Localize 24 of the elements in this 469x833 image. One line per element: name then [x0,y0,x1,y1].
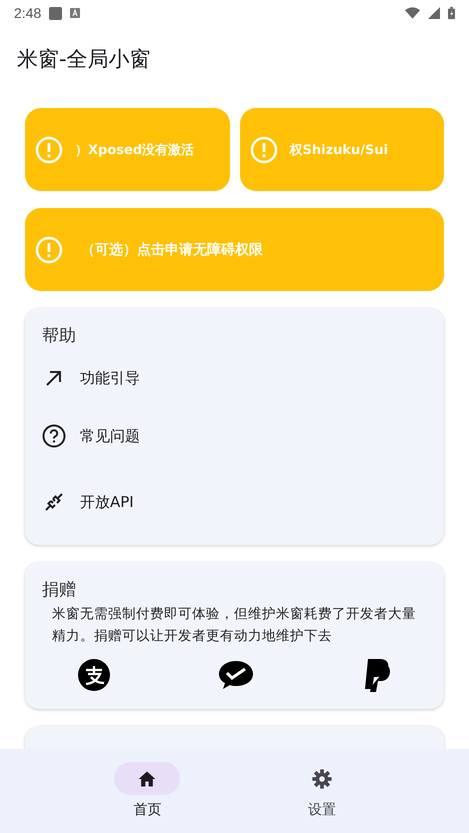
help-icon [42,424,66,448]
wifi-icon [405,7,420,19]
alert-icon [250,136,278,164]
nav-tab[interactable]: 首页 [87,749,208,833]
help-item[interactable]: 功能引导 [42,353,427,403]
card-title: 帮助 [42,325,77,347]
alipay-icon[interactable] [78,659,110,691]
donate-text: 米窗无需强制付费即可体验，但维护米窗耗费了开发者大量精力。捐赠可以让开发者更有动力地维护下去 [52,605,417,646]
status-time: 2:48 [14,5,42,21]
paypal-icon[interactable] [362,657,392,693]
help-item[interactable]: 开放API [42,469,427,535]
alert-icon [35,136,63,164]
wechat-pay-icon[interactable] [218,659,254,691]
battery-icon [448,6,455,20]
nav-tab[interactable]: 设置 [262,749,382,833]
alert-icon [35,236,63,264]
card-title: 捐赠 [42,579,77,601]
signal-icon [428,7,440,19]
notification-icon [49,6,62,20]
app-title: 米窗-全局小窗 [16,46,152,73]
help-item[interactable]: 常见问题 [42,403,427,469]
settings-icon [310,768,333,790]
keyboard-icon [70,8,80,18]
home-icon [137,768,158,788]
